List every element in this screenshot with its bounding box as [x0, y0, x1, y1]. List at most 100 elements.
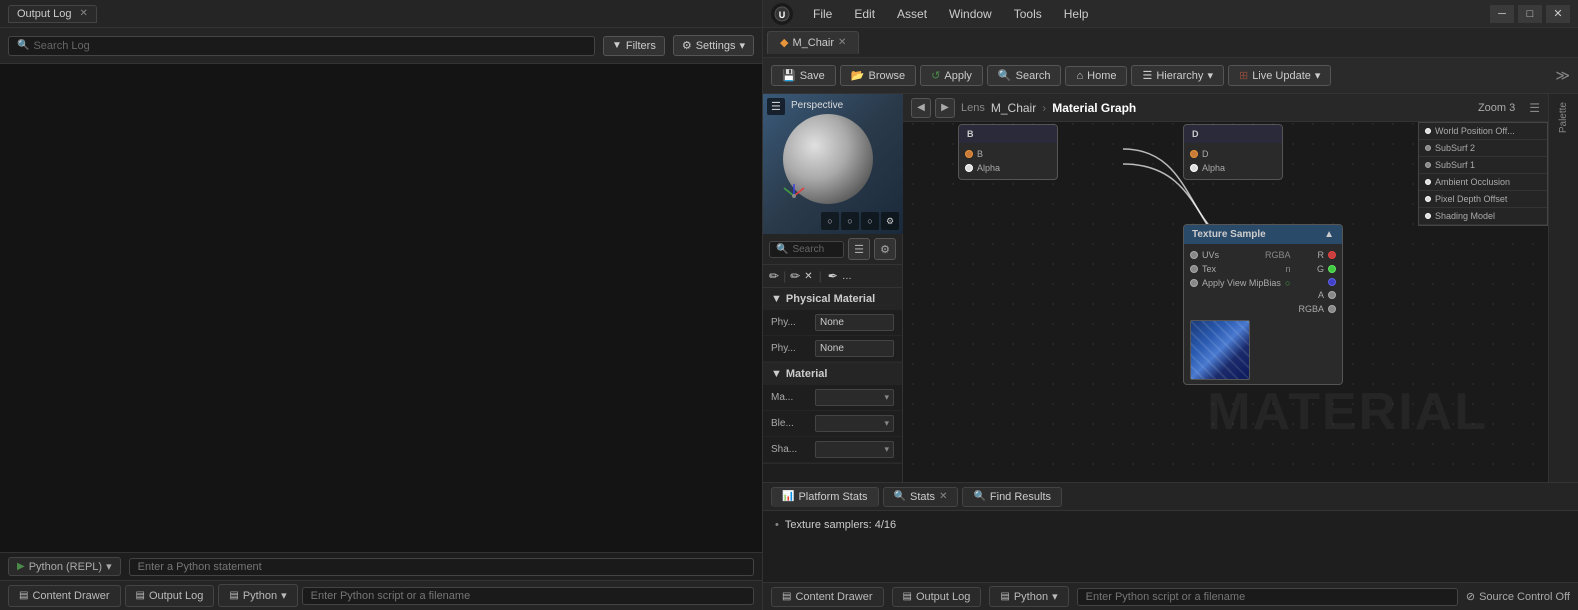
prop-value-phy2[interactable]: None: [815, 340, 894, 357]
search-log-container: 🔍 Search Log: [8, 36, 595, 56]
pin-out-b: [1324, 276, 1336, 288]
stats-close-icon[interactable]: ✕: [939, 491, 947, 502]
maximize-button[interactable]: □: [1518, 5, 1542, 23]
breadcrumb-bar: ◀ ▶ Lens M_Chair › Material Graph Zoom 3…: [903, 94, 1548, 122]
material-collapse-icon: ▼: [771, 368, 782, 380]
home-button[interactable]: ⌂ Home: [1065, 66, 1127, 86]
d-alpha-node[interactable]: D D Alpha: [1183, 124, 1283, 180]
prop-toolbar: 🔍 Search ☰ ⚙: [763, 234, 902, 265]
output-log-close-icon[interactable]: ✕: [79, 8, 87, 19]
toolbar-expand-icon[interactable]: ≫: [1555, 67, 1570, 84]
python-status-tab[interactable]: ▤ Python ▾: [989, 586, 1068, 607]
right-properties-panel: World Position Off... SubSurf 2 SubSurf …: [1418, 122, 1548, 226]
menu-edit[interactable]: Edit: [844, 4, 885, 24]
back-button[interactable]: ◀: [911, 98, 931, 118]
prop-search-icon: 🔍: [776, 244, 788, 255]
home-label: Home: [1087, 70, 1116, 82]
stats-tab[interactable]: 🔍 Stats ✕: [883, 487, 959, 507]
content-drawer-status-tab[interactable]: ▤ Content Drawer: [771, 587, 884, 607]
pin-uvs: UVs RGBA: [1190, 248, 1290, 262]
pin-label-uvs: UVs: [1202, 250, 1219, 260]
palette-label[interactable]: Palette: [1554, 94, 1573, 141]
minimize-button[interactable]: ─: [1490, 5, 1514, 23]
breadcrumb-root[interactable]: M_Chair: [991, 101, 1036, 115]
find-results-tab[interactable]: 🔍 Find Results: [962, 487, 1062, 507]
edit-brush-icon-2[interactable]: ✏: [790, 269, 800, 283]
python-label: Python: [243, 590, 277, 602]
search-icon: 🔍: [998, 69, 1012, 82]
prop-subsurf2: SubSurf 2: [1419, 140, 1547, 157]
physical-material-header[interactable]: ▼ Physical Material: [763, 288, 902, 310]
pin-dot-apply-mip: [1190, 279, 1198, 287]
search-button[interactable]: 🔍 Search: [987, 65, 1062, 86]
live-update-button[interactable]: ⊞ Live Update ▾: [1228, 65, 1331, 86]
menu-tools[interactable]: Tools: [1004, 4, 1052, 24]
texture-sample-expand-icon[interactable]: ▲: [1324, 229, 1334, 240]
prop-subsurf1-label: SubSurf 1: [1435, 160, 1475, 170]
vp-ctrl-1[interactable]: ○: [821, 212, 839, 230]
menu-window[interactable]: Window: [939, 4, 1002, 24]
prop-dropdown-ble: ▾: [884, 418, 889, 429]
apply-button[interactable]: ↺ Apply: [920, 65, 983, 86]
menu-asset[interactable]: Asset: [887, 4, 937, 24]
m-chair-close-icon[interactable]: ✕: [838, 37, 846, 48]
prop-settings-button[interactable]: ⚙: [874, 238, 896, 260]
vp-ctrl-3[interactable]: ○: [861, 212, 879, 230]
output-log-tab-label: Output Log: [17, 8, 71, 20]
close-button[interactable]: ✕: [1546, 5, 1570, 23]
prop-row-phy1: Phy... None: [763, 310, 902, 336]
breadcrumb-current: Material Graph: [1052, 101, 1136, 115]
python-status-input[interactable]: [1077, 588, 1458, 606]
prop-grid-view-button[interactable]: ☰: [848, 238, 870, 260]
source-control-button[interactable]: ⊘ Source Control Off: [1466, 590, 1570, 603]
content-drawer-tab[interactable]: ▤ Content Drawer: [8, 585, 121, 607]
python-statement-input[interactable]: [129, 558, 754, 576]
edit-brush-icon[interactable]: ✏: [769, 269, 779, 283]
home-icon: ⌂: [1076, 70, 1083, 82]
pin-shading: [1425, 213, 1431, 219]
filters-button[interactable]: ▼ Filters: [603, 36, 665, 56]
python-bottom-tab[interactable]: ▤ Python ▾: [218, 584, 297, 607]
python-filename-input[interactable]: [302, 587, 754, 605]
pin-apply-mip: Apply View MipBias ○: [1190, 276, 1290, 290]
platform-stats-tab[interactable]: 📊 Platform Stats: [771, 487, 879, 507]
m-chair-tab[interactable]: ◆ M_Chair ✕: [767, 31, 859, 54]
material-section-header[interactable]: ▼ Material: [763, 363, 902, 385]
b-alpha-node[interactable]: B B Alpha: [958, 124, 1058, 180]
pin-out-a: A: [1318, 288, 1336, 302]
settings-button[interactable]: ⚙ Settings ▾: [673, 35, 754, 56]
vp-ctrl-2[interactable]: ○: [841, 212, 859, 230]
pin-label-r: R: [1318, 250, 1325, 260]
python-repl-button[interactable]: ▶ Python (REPL) ▾: [8, 557, 121, 576]
forward-button[interactable]: ▶: [935, 98, 955, 118]
pin-label-tex: Tex: [1202, 264, 1216, 274]
texture-sample-header: Texture Sample ▲: [1184, 225, 1342, 244]
save-button[interactable]: 💾 Save: [771, 65, 836, 86]
d-alpha-node-body: D Alpha: [1184, 143, 1282, 179]
hierarchy-button[interactable]: ☰ Hierarchy ▾: [1131, 65, 1223, 86]
pin-dot-rgba: [1328, 305, 1336, 313]
edit-close-icon[interactable]: ✕: [804, 271, 812, 282]
edit-dots-icon[interactable]: …: [842, 271, 852, 282]
edit-brush2-icon[interactable]: ✒: [828, 269, 838, 283]
settings-label: Settings: [696, 40, 736, 52]
vp-ctrl-4[interactable]: ⚙: [881, 212, 899, 230]
output-log-status-tab[interactable]: ▤ Output Log: [892, 587, 982, 607]
menu-help[interactable]: Help: [1054, 4, 1099, 24]
browse-button[interactable]: 📂 Browse: [840, 65, 916, 86]
prop-value-ble[interactable]: ▾: [815, 415, 894, 432]
viewport-menu-button[interactable]: ☰: [767, 98, 785, 115]
output-log-bottom-tab[interactable]: ▤ Output Log: [125, 585, 215, 607]
prop-value-phy1[interactable]: None: [815, 314, 894, 331]
prop-value-sha[interactable]: ▾: [815, 441, 894, 458]
menu-file[interactable]: File: [803, 4, 842, 24]
unreal-logo: U: [771, 3, 793, 25]
save-icon: 💾: [782, 69, 796, 82]
output-log-bottom-icon: ▤: [136, 590, 145, 601]
graph-menu-icon[interactable]: ☰: [1529, 101, 1540, 115]
texture-sample-node[interactable]: Texture Sample ▲ UVs RGBA: [1183, 224, 1343, 385]
output-log-tab[interactable]: Output Log ✕: [8, 5, 97, 23]
python-repl-label: Python (REPL): [29, 561, 102, 573]
prop-value-ma[interactable]: ▾: [815, 389, 894, 406]
live-update-chevron-icon: ▾: [1315, 69, 1321, 82]
